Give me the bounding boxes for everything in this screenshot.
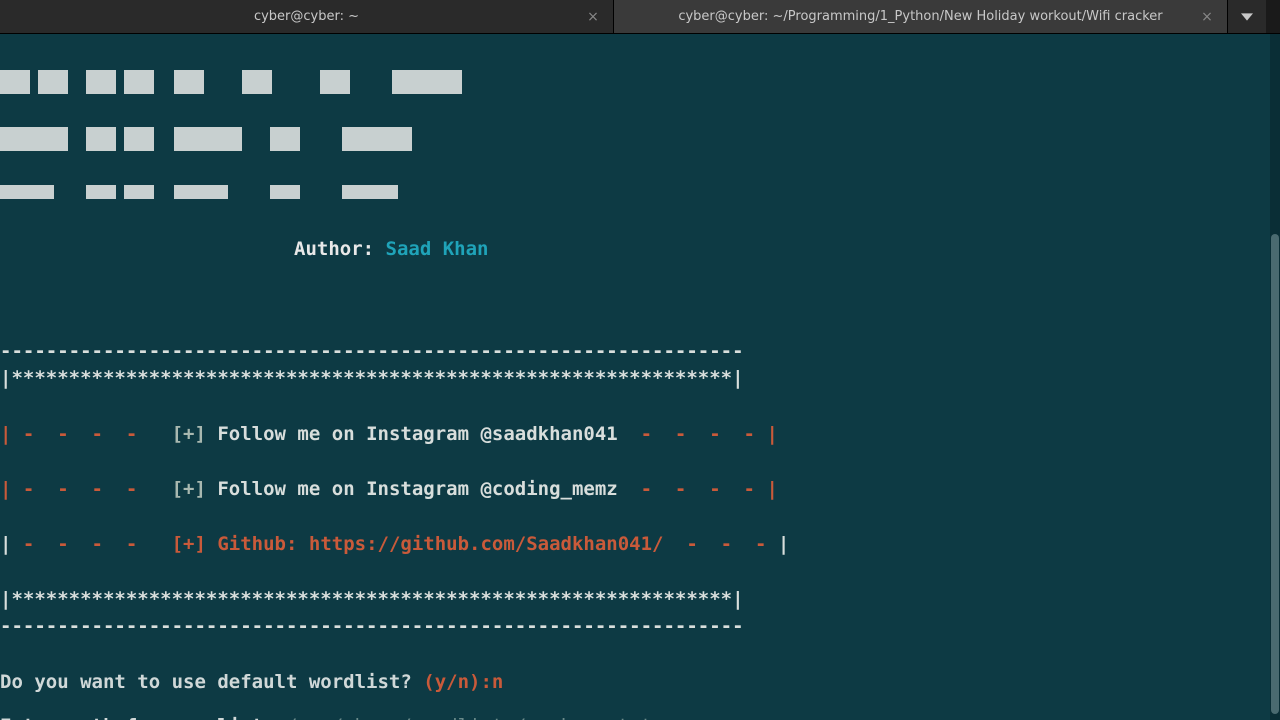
tab-bar: cyber@cyber: ~ × cyber@cyber: ~/Programm… — [0, 0, 1280, 34]
banner-stars: |***************************************… — [0, 588, 744, 610]
banner-dash: - - - - | — [641, 423, 778, 445]
author-line: Author: Saad Khan — [0, 238, 1280, 260]
plus-icon: [+] — [172, 478, 206, 500]
tab-home[interactable]: cyber@cyber: ~ × — [0, 0, 614, 33]
tab-menu-button[interactable] — [1228, 0, 1266, 33]
banner-dash: - - - - | — [641, 478, 778, 500]
banner-stars: |***************************************… — [0, 367, 744, 389]
banner-dash: - - - - — [23, 533, 137, 555]
follow-instagram-2: Follow me on Instagram @coding_memz — [206, 478, 641, 500]
banner-rule-bottom: ----------------------------------------… — [0, 615, 744, 637]
ascii-banner — [0, 34, 1280, 232]
info-banner: ----------------------------------------… — [0, 310, 1280, 641]
wordlist-question: Do you want to use default wordlist? (y/… — [0, 671, 1280, 693]
close-icon[interactable]: × — [585, 9, 601, 25]
banner-pipe: | — [778, 533, 789, 555]
scrollbar-thumb[interactable] — [1271, 234, 1279, 714]
scrollbar[interactable] — [1270, 34, 1280, 720]
banner-pipe: | — [0, 533, 23, 555]
follow-instagram-1: Follow me on Instagram @saadkhan041 — [206, 423, 641, 445]
tab-wifi-title: cyber@cyber: ~/Programming/1_Python/New … — [614, 9, 1227, 24]
passlist-prompt: Enter path for passlist: /usr/share/word… — [0, 715, 1280, 720]
banner-dash: | - - - - — [0, 423, 172, 445]
github-url: https://github.com/Saadkhan041/ — [309, 533, 664, 555]
yn-answer: n — [492, 671, 503, 693]
yn-prompt: (y/n): — [423, 671, 492, 693]
close-icon[interactable]: × — [1199, 9, 1215, 25]
tab-home-title: cyber@cyber: ~ — [0, 9, 613, 24]
chevron-down-icon — [1241, 11, 1253, 23]
terminal-viewport[interactable]: Author: Saad Khan ----------------------… — [0, 34, 1280, 720]
question-text: Do you want to use default wordlist? — [0, 671, 423, 693]
author-name: Saad Khan — [386, 238, 489, 260]
github-label: Github: — [217, 533, 309, 555]
banner-rule-top: ----------------------------------------… — [0, 340, 744, 362]
banner-dash: | - - - - — [0, 478, 172, 500]
plus-icon: [+] — [172, 423, 206, 445]
plus-icon: [+] — [137, 533, 217, 555]
author-label: Author: — [294, 238, 386, 260]
banner-dash: - - - — [663, 533, 777, 555]
passlist-path: /usr/share/wordlists/rockyou.txt — [286, 715, 652, 720]
tab-wifi-cracker[interactable]: cyber@cyber: ~/Programming/1_Python/New … — [614, 0, 1228, 33]
passlist-label: Enter path for passlist: — [0, 715, 286, 720]
